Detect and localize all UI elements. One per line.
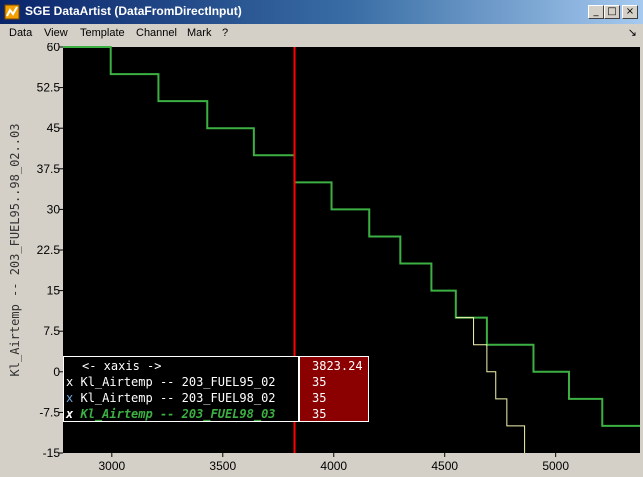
close-button[interactable]: ×: [622, 5, 638, 19]
y-tick-label: 60: [47, 43, 61, 54]
y-axis-label: Kl_Airtemp -- 203_FUEL95..98_02..03: [8, 124, 22, 377]
legend-visibility-toggle[interactable]: x: [66, 375, 73, 389]
menu-view[interactable]: View: [44, 27, 68, 39]
menu-template[interactable]: Template: [80, 27, 125, 39]
menu-data[interactable]: Data: [9, 27, 32, 39]
legend-row[interactable]: x Kl_Airtemp -- 203_FUEL98_02: [66, 390, 276, 406]
maximize-button[interactable]: □: [604, 5, 620, 19]
legend-label: Kl_Airtemp -- 203_FUEL95_02: [80, 375, 276, 389]
menu-bar: Data View Template Channel Mark ? ↘: [0, 24, 643, 43]
y-tick-label: 7.5: [43, 324, 60, 338]
legend-row[interactable]: x Kl_Airtemp -- 203_FUEL95_02: [66, 374, 276, 390]
cursor-values-box: 3823.24 35 35 35: [299, 356, 369, 422]
minimize-button[interactable]: _: [588, 5, 604, 19]
legend-visibility-toggle[interactable]: x: [66, 391, 73, 405]
y-tick-label: 0: [53, 365, 60, 379]
y-tick-label: 45: [47, 121, 61, 135]
pin-arrow-icon[interactable]: ↘: [628, 26, 637, 39]
x-tick-label: 4000: [320, 459, 347, 473]
legend-label: Kl_Airtemp -- 203_FUEL98_03: [80, 407, 276, 421]
cursor-series-value: 35: [312, 407, 327, 421]
y-tick-label: -15: [43, 446, 61, 460]
y-axis: 60 52.5 45 37.5 30 22.5 15 7.5 0 -7.5 -15: [37, 43, 63, 460]
plot-area[interactable]: 60 52.5 45 37.5 30 22.5 15 7.5 0 -7.5 -15 3000 3500…: [0, 43, 643, 477]
menu-channel[interactable]: Channel: [136, 27, 177, 39]
legend-header: <- xaxis ->: [82, 359, 162, 373]
x-tick-label: 3000: [98, 459, 125, 473]
cursor-x-value: 3823.24: [312, 359, 363, 373]
window-title: SGE DataArtist (DataFromDirectInput): [25, 4, 242, 18]
y-tick-label: -7.5: [39, 405, 60, 419]
legend-label: Kl_Airtemp -- 203_FUEL98_02: [80, 391, 276, 405]
legend-row-selected[interactable]: x Kl_Airtemp -- 203_FUEL98_03: [66, 406, 276, 422]
legend-visibility-toggle[interactable]: x: [66, 407, 73, 421]
y-tick-label: 30: [47, 202, 61, 216]
x-axis: 3000 3500 4000 4500 5000: [98, 453, 569, 473]
y-tick-label: 52.5: [37, 81, 61, 95]
x-tick-label: 3500: [209, 459, 236, 473]
app-window: SGE DataArtist (DataFromDirectInput) _ □…: [0, 0, 643, 477]
cursor-series-value: 35: [312, 391, 327, 405]
y-tick-label: 15: [47, 284, 61, 298]
y-tick-label: 37.5: [37, 162, 61, 176]
menu-mark[interactable]: Mark: [187, 27, 211, 39]
x-tick-label: 4500: [431, 459, 458, 473]
legend-box[interactable]: <- xaxis -> x Kl_Airtemp -- 203_FUEL95_0…: [63, 356, 299, 422]
menu-help[interactable]: ?: [222, 27, 228, 39]
app-logo-icon: [4, 4, 20, 20]
title-bar[interactable]: SGE DataArtist (DataFromDirectInput) _ □…: [0, 0, 643, 24]
x-tick-label: 5000: [542, 459, 569, 473]
y-tick-label: 22.5: [37, 243, 61, 257]
cursor-series-value: 35: [312, 375, 327, 389]
